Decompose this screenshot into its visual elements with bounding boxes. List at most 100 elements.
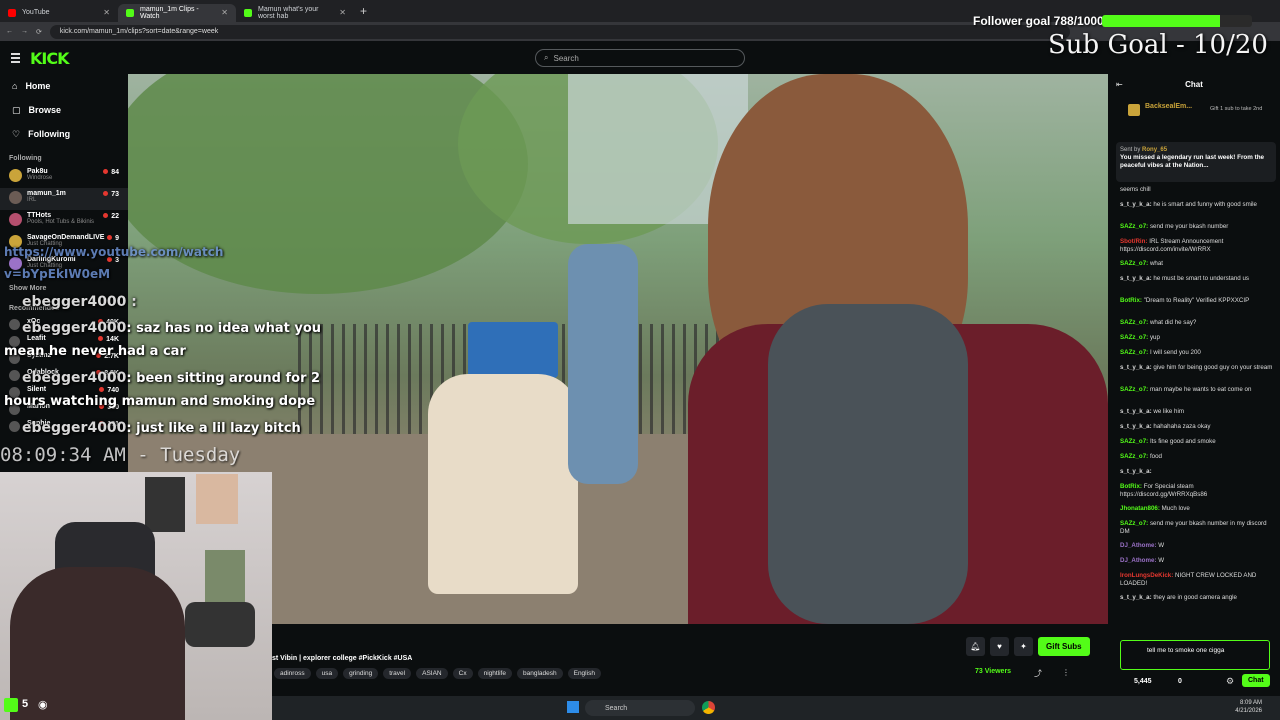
- overlay-chat-line: mean he never had a car: [4, 344, 186, 359]
- tag-chip[interactable]: grinding: [343, 668, 379, 679]
- chat-username[interactable]: SAZz_o7:: [1120, 520, 1148, 527]
- heart-button[interactable]: ♥: [990, 637, 1009, 656]
- nav-browse[interactable]: ▢ Browse: [0, 98, 128, 122]
- nav-home[interactable]: ⌂ Home: [0, 74, 128, 98]
- sidebar-channel[interactable]: mamun_1m IRL 73: [0, 188, 128, 210]
- chat-username[interactable]: s_t_y_k_a:: [1120, 468, 1152, 475]
- chat-username[interactable]: SAZz_o7:: [1120, 334, 1148, 341]
- chat-username[interactable]: s_t_y_k_a:: [1120, 201, 1152, 208]
- gift-subs-button[interactable]: Gift Subs: [1038, 637, 1090, 656]
- new-tab-button[interactable]: +: [360, 4, 367, 18]
- tag-chip[interactable]: usa: [315, 668, 339, 679]
- overlay-chat-text: : just like a lil lazy bitch: [126, 421, 301, 436]
- back-icon[interactable]: ←: [6, 28, 13, 35]
- kick-icon: [244, 8, 252, 17]
- youtube-icon: [8, 8, 16, 17]
- chat-text: W: [1158, 557, 1165, 564]
- chat-text: we like him: [1153, 408, 1184, 415]
- chat-text: what did he say?: [1149, 319, 1197, 326]
- chat-message: s_t_y_k_a: give him for being good guy o…: [1120, 364, 1275, 372]
- tag-chip[interactable]: nightlife: [477, 668, 512, 679]
- chat-username[interactable]: SAZz_o7:: [1120, 438, 1148, 445]
- chat-input[interactable]: tell me to smoke one cigga: [1120, 640, 1270, 670]
- menu-icon[interactable]: [11, 53, 20, 65]
- chat-message: SAZz_o7: send me your bkash number: [1120, 223, 1275, 231]
- chat-message: s_t_y_k_a: hahahaha zaza okay: [1120, 423, 1275, 431]
- kick-logo[interactable]: KICK: [30, 49, 69, 68]
- chat-username[interactable]: SAZz_o7:: [1120, 453, 1148, 460]
- chat-text: send me your bkash number: [1149, 223, 1229, 230]
- chat-username[interactable]: s_t_y_k_a:: [1120, 364, 1152, 371]
- share-icon[interactable]: ⤴: [1034, 668, 1042, 679]
- chat-username[interactable]: s_t_y_k_a:: [1120, 423, 1152, 430]
- tag-chip[interactable]: travel: [383, 668, 412, 679]
- chat-username[interactable]: s_t_y_k_a:: [1120, 275, 1152, 282]
- streamer-cam-person: [10, 567, 185, 720]
- chat-username[interactable]: s_t_y_k_a:: [1120, 594, 1152, 601]
- chat-username[interactable]: BotRix:: [1120, 297, 1142, 304]
- pin-icon[interactable]: ✦: [1014, 637, 1033, 656]
- chat-text: I will send you 200: [1149, 349, 1201, 356]
- chat-username[interactable]: DJ_Athome:: [1120, 542, 1156, 549]
- chat-username[interactable]: SAZz_o7:: [1120, 223, 1148, 230]
- chrome-icon[interactable]: [702, 701, 715, 714]
- bell-icon[interactable]: 🔔︎: [966, 637, 985, 656]
- follower-goal-fill: [1102, 15, 1221, 27]
- chat-username[interactable]: Sbot/Rin:: [1120, 238, 1148, 245]
- tag-chip[interactable]: bangladesh: [516, 668, 563, 679]
- tab-youtube[interactable]: YouTube ✕: [0, 4, 118, 22]
- webcam-overlay: 5 ◉: [0, 472, 272, 720]
- overlay-chat-user: ebegger4000: [22, 370, 127, 386]
- tab-mamun-clip[interactable]: Mamun what's your worst hab ✕: [236, 4, 354, 22]
- close-icon[interactable]: ✕: [339, 8, 346, 17]
- live-count: 22: [103, 213, 119, 220]
- chat-username[interactable]: s_t_y_k_a:: [1120, 408, 1152, 415]
- chat-username[interactable]: SAZz_o7:: [1120, 386, 1148, 393]
- close-icon[interactable]: ✕: [103, 8, 110, 17]
- sidebar-channel[interactable]: Pak8u Windrose 84: [0, 166, 128, 188]
- eye-icon: ◉: [38, 699, 48, 711]
- tag-chip[interactable]: ASIAN: [416, 668, 448, 679]
- more-icon[interactable]: ⋮: [1062, 668, 1070, 677]
- live-count: 84: [103, 169, 119, 176]
- chat-text: Much love: [1161, 505, 1190, 512]
- tab-kick-clips[interactable]: mamun_1m Clips - Watch ✕: [118, 3, 236, 22]
- chat-text: seems chill: [1120, 186, 1151, 193]
- chat-username[interactable]: BotRix:: [1120, 483, 1142, 490]
- kick-icon: [126, 8, 134, 17]
- gear-icon[interactable]: ⚙: [1226, 676, 1234, 687]
- windows-start-icon[interactable]: [567, 701, 579, 713]
- sidebar-channel[interactable]: TTHots Pools, Hot Tubs & Bikinis 22: [0, 210, 128, 232]
- tag-list: adinross usa grinding travel ASIAN Cx nightlif…: [274, 668, 601, 679]
- chat-username[interactable]: SAZz_o7:: [1120, 319, 1148, 326]
- tag-chip[interactable]: English: [567, 668, 601, 679]
- following-list: Pak8u Windrose 84 mamun_1m IRL 73 TTHots Pools,…: [0, 166, 128, 276]
- overlay-chat-line: ebegger4000 :: [22, 294, 137, 310]
- chat-message: Jhonatan806: Much love: [1120, 505, 1275, 513]
- chat-username[interactable]: SAZz_o7:: [1120, 349, 1148, 356]
- chat-username[interactable]: Jhonatan806:: [1120, 505, 1160, 512]
- chat-username[interactable]: IronLungsDeKick:: [1120, 572, 1173, 579]
- following-heading: Following: [9, 155, 42, 162]
- close-icon[interactable]: ✕: [221, 8, 228, 17]
- chat-message: DJ_Athome: W: [1120, 557, 1275, 565]
- chat-send-button[interactable]: Chat: [1242, 674, 1270, 687]
- poster: [196, 474, 238, 524]
- url-field[interactable]: kick.com/mamun_1m/clips?sort=date&range=…: [49, 24, 1070, 39]
- pinned-user: Rony_65: [1142, 147, 1168, 153]
- chat-username[interactable]: DJ_Athome:: [1120, 557, 1156, 564]
- sub-goal-label: Sub Goal - 10/20: [1048, 30, 1268, 60]
- taskbar-search[interactable]: Search: [585, 700, 695, 716]
- tag-chip[interactable]: adinross: [274, 668, 311, 679]
- video-player[interactable]: [128, 74, 1108, 624]
- pinned-message[interactable]: Sent by Rony_65 You missed a legendary r…: [1116, 142, 1276, 182]
- forward-icon[interactable]: →: [21, 28, 28, 35]
- reload-icon[interactable]: ⟳: [36, 28, 42, 36]
- nav-following[interactable]: ♡ Following: [0, 122, 128, 146]
- search-input[interactable]: ⌕ Search: [535, 49, 745, 67]
- chat-message: SAZz_o7: I will send you 200: [1120, 349, 1275, 357]
- overlay-chat-line: hours watching mamun and smoking dope: [4, 394, 315, 409]
- chat-username[interactable]: SAZz_o7:: [1120, 260, 1148, 267]
- follower-goal-label: Follower goal 788/1000: [973, 14, 1104, 28]
- tag-chip[interactable]: Cx: [452, 668, 473, 679]
